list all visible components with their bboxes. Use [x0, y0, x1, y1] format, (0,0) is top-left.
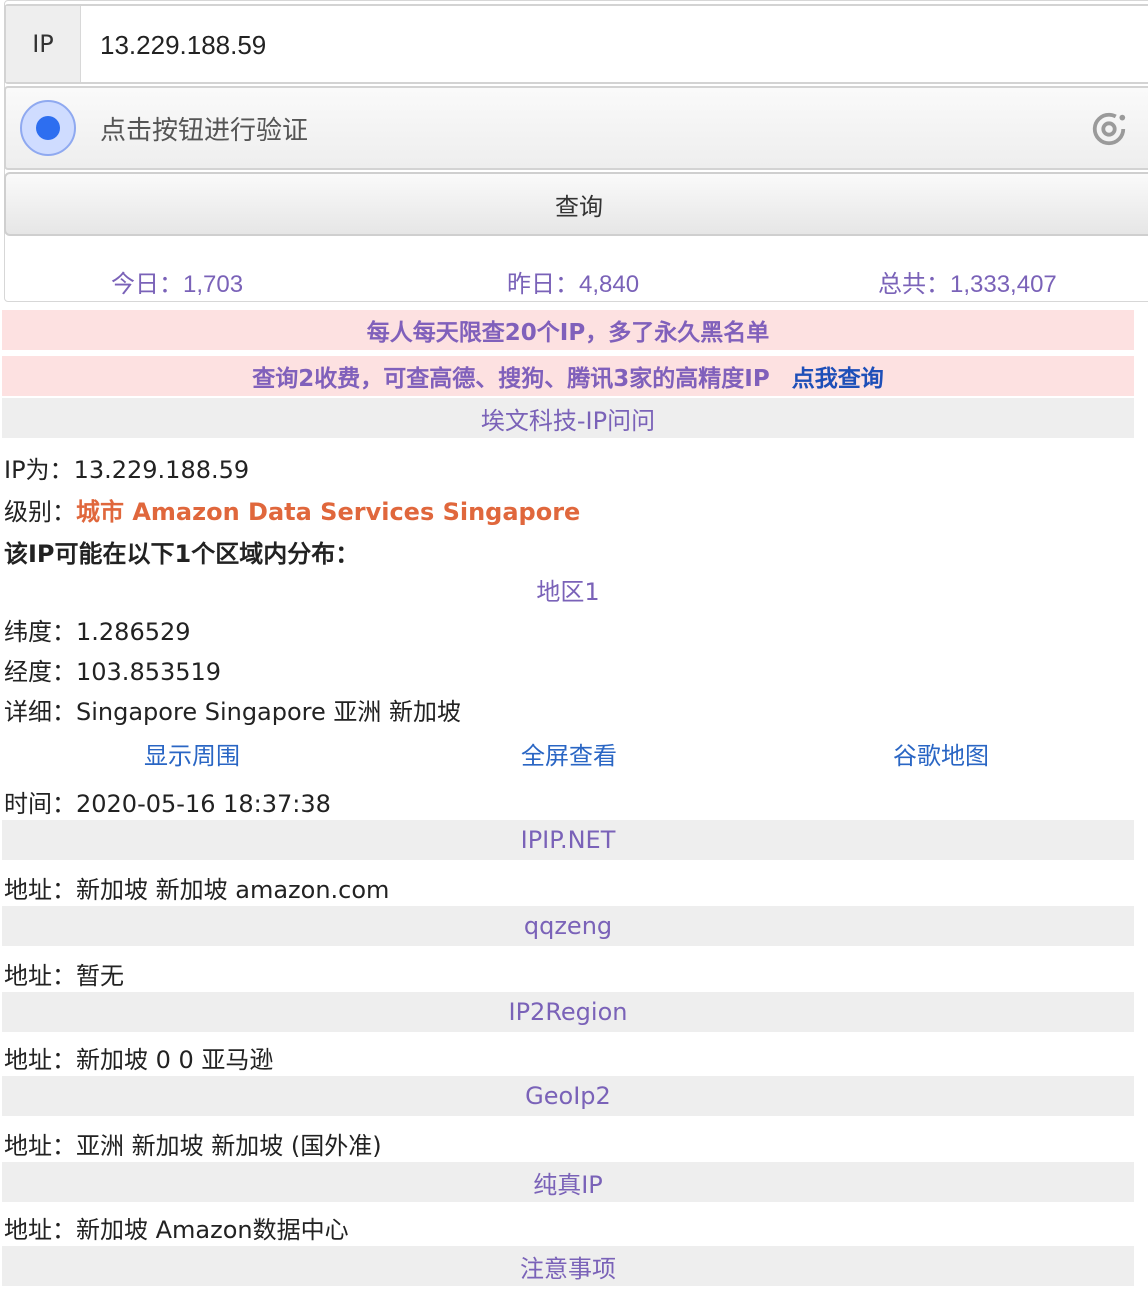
stat-yesterday: 昨日：4,840: [507, 271, 640, 298]
source-address-ip2region: 地址：新加坡 0 0 亚马逊: [4, 1040, 273, 1075]
longitude-value: 103.853519: [76, 658, 222, 686]
result-time: 时间：2020-05-16 18:37:38: [4, 784, 331, 819]
address-value: 新加坡 Amazon数据中心: [76, 1216, 349, 1244]
result-detail: 详细：Singapore Singapore 亚洲 新加坡: [4, 692, 461, 727]
captcha-dot-icon: [20, 100, 76, 156]
fullscreen-link[interactable]: 全屏查看: [521, 736, 617, 771]
result-longitude: 经度：103.853519: [4, 652, 221, 687]
address-value: 亚洲 新加坡 新加坡 (国外准): [76, 1132, 382, 1160]
paid-query-link[interactable]: 点我查询: [792, 359, 884, 393]
stat-today: 今日：1,703: [111, 271, 244, 298]
limit-banner-text: 每人每天限查20个IP，多了永久黑名单: [366, 320, 770, 346]
address-label: 地址：: [4, 876, 76, 904]
source-address-geoip2: 地址：亚洲 新加坡 新加坡 (国外准): [4, 1126, 382, 1161]
latitude-value: 1.286529: [76, 618, 191, 646]
stat-total: 总共：1,333,407: [878, 271, 1057, 298]
address-label: 地址：: [4, 962, 76, 990]
query-button[interactable]: 查询: [4, 172, 1148, 236]
result-ip: IP为：13.229.188.59: [4, 450, 249, 485]
ip-input[interactable]: [98, 24, 1002, 66]
paid-banner: 查询2收费，可查高德、搜狗、腾讯3家的高精度IP 点我查询: [2, 356, 1134, 396]
distribution-heading: 该IP可能在以下1个区域内分布：: [4, 540, 360, 568]
show-around-link[interactable]: 显示周围: [144, 736, 240, 771]
notes-header: 注意事项: [2, 1246, 1134, 1286]
source-header-ipip: IPIP.NET: [2, 820, 1134, 860]
region-title: 地区1: [536, 578, 600, 606]
address-value: 新加坡 新加坡 amazon.com: [76, 876, 390, 904]
source-address-ipip: 地址：新加坡 新加坡 amazon.com: [4, 870, 389, 905]
time-label: 时间：: [4, 790, 76, 818]
result-latitude: 纬度：1.286529: [4, 612, 191, 647]
detail-label: 详细：: [4, 698, 76, 726]
address-label: 地址：: [4, 1216, 76, 1244]
captcha-text: 点击按钮进行验证: [100, 116, 309, 146]
result-level-label: 级别：: [4, 498, 76, 526]
paid-banner-text: 查询2收费，可查高德、搜狗、腾讯3家的高精度IP: [252, 366, 770, 392]
source-header-geoip2: GeoIp2: [2, 1076, 1134, 1116]
address-value: 暂无: [76, 962, 124, 990]
source-header-qqzeng: qqzeng: [2, 906, 1134, 946]
latitude-label: 纬度：: [4, 618, 76, 646]
time-value: 2020-05-16 18:37:38: [76, 790, 331, 818]
ip-input-group: IP: [4, 4, 1148, 84]
limit-banner: 每人每天限查20个IP，多了永久黑名单: [2, 310, 1134, 350]
ip-input-label: IP: [6, 6, 81, 82]
address-value: 新加坡 0 0 亚马逊: [76, 1046, 274, 1074]
address-label: 地址：: [4, 1132, 76, 1160]
result-level: 级别：城市 Amazon Data Services Singapore: [4, 492, 580, 527]
longitude-label: 经度：: [4, 658, 76, 686]
result-ip-value: 13.229.188.59: [73, 456, 250, 484]
site-title: 埃文科技-IP问问: [2, 398, 1134, 438]
result-level-value: 城市 Amazon Data Services Singapore: [76, 498, 581, 526]
source-address-qqzeng: 地址：暂无: [4, 956, 124, 991]
detail-value: Singapore Singapore 亚洲 新加坡: [76, 698, 462, 726]
address-label: 地址：: [4, 1046, 76, 1074]
refresh-icon[interactable]: [1090, 110, 1128, 148]
google-map-link[interactable]: 谷歌地图: [893, 736, 989, 771]
source-header-chunzhen: 纯真IP: [2, 1162, 1134, 1202]
result-ip-label: IP为：: [4, 456, 74, 484]
source-address-chunzhen: 地址：新加坡 Amazon数据中心: [4, 1210, 349, 1245]
source-header-ip2region: IP2Region: [2, 992, 1134, 1032]
captcha-verify-button[interactable]: 点击按钮进行验证: [4, 86, 1148, 170]
